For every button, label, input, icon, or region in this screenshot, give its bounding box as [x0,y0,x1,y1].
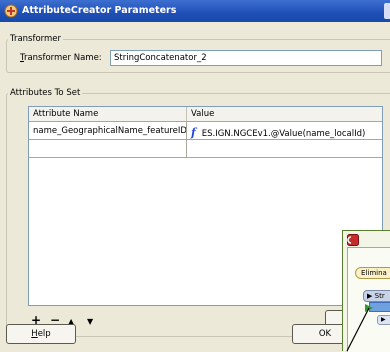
value-expression: ES.IGN.NGCEv1.@Value(name_localId) [201,129,366,139]
dialog-title: AttributeCreator Parameters [22,5,177,16]
function-icon: f [191,126,196,139]
close-icon[interactable] [347,234,359,246]
help-button[interactable]: Help [6,324,76,344]
eliminate-transformer-chip[interactable]: Elimina [355,267,390,279]
column-header-attribute-name[interactable]: Attribute Name [29,107,187,122]
transformer-name-label: Transformer Name: [20,53,102,63]
collapsed-node[interactable]: ▶ [377,315,390,325]
title-bar-edge [384,3,390,19]
transformer-app-icon [4,4,18,18]
table-cell-value-empty[interactable] [187,140,382,158]
table-cell-attribute-name-empty[interactable] [29,140,187,158]
string-concatenator-node[interactable]: ▶ Str [363,290,390,302]
connection-line [346,307,370,351]
expand-arrow-icon: ▶ [381,316,386,323]
move-down-button[interactable]: ▼ [87,317,93,326]
expand-arrow-icon: ▶ [367,292,373,300]
attributes-group-label: Attributes To Set [8,88,83,98]
column-header-value[interactable]: Value [187,107,382,122]
table-cell-value[interactable]: f ES.IGN.NGCEv1.@Value(name_localId) [187,122,382,140]
workspace-canvas-overlay[interactable]: Elimina ▶ Str ▶ [342,230,390,352]
attributes-table[interactable]: Attribute Name Value name_GeographicalNa… [28,106,383,306]
transformer-name-input[interactable]: StringConcatenator_2 [110,50,382,66]
table-cell-attribute-name[interactable]: name_GeographicalName_featureID [29,122,187,140]
dialog-title-bar[interactable]: AttributeCreator Parameters [0,0,390,22]
transformer-group-label: Transformer [8,34,64,44]
